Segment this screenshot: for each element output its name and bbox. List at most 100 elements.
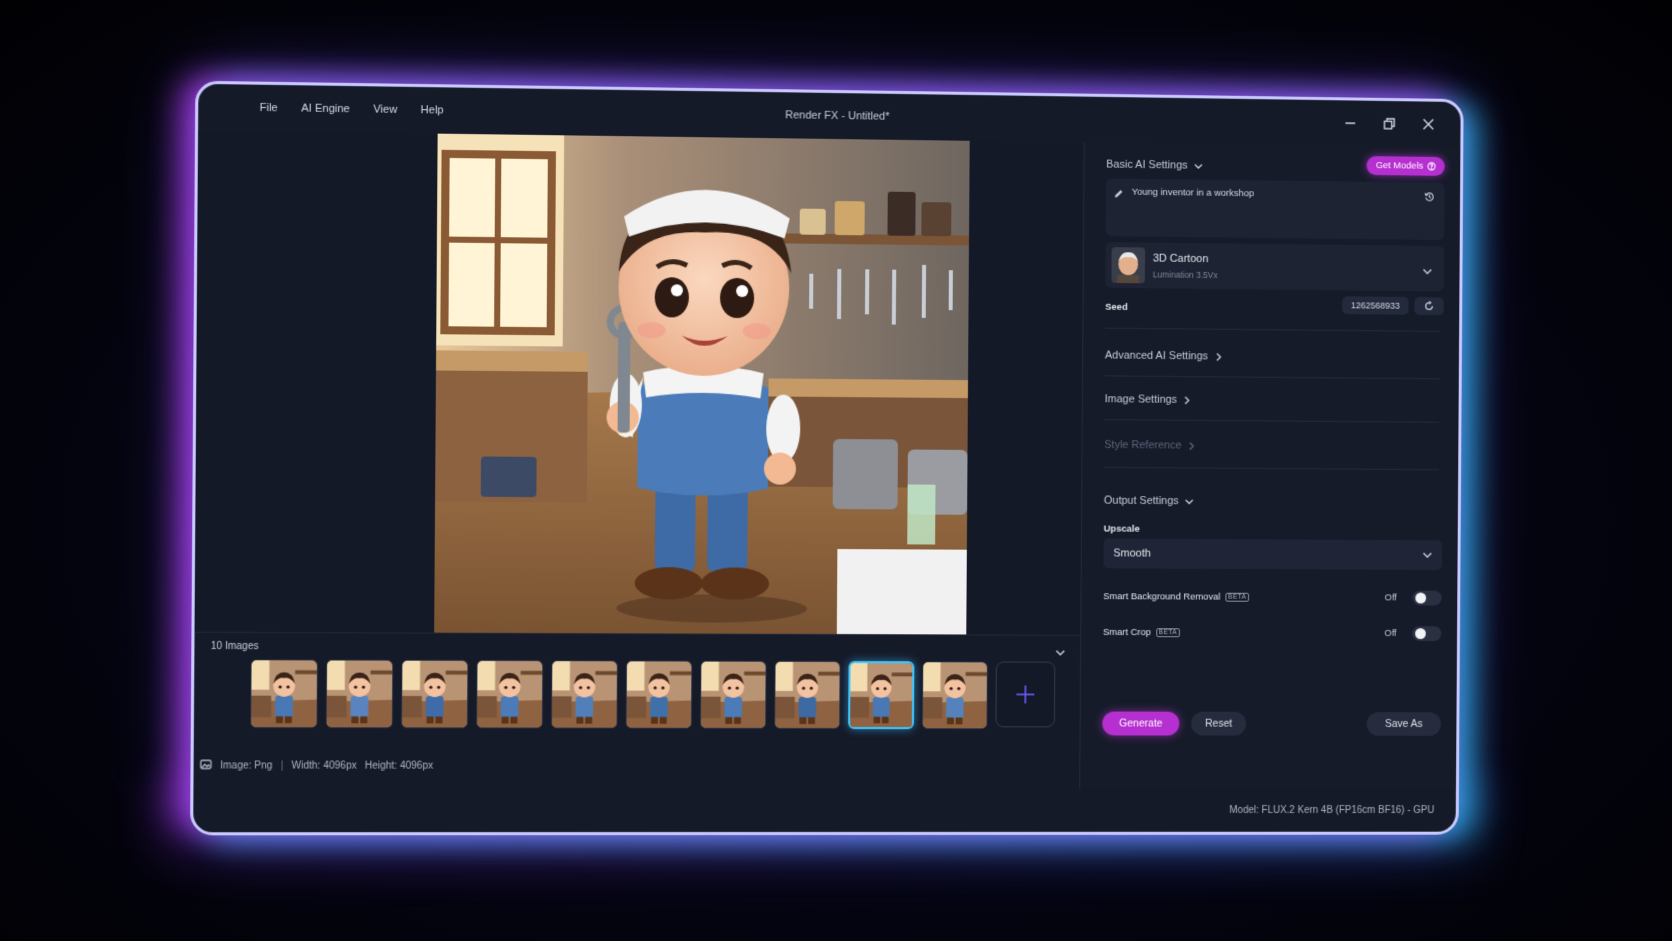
gallery-thumbnail[interactable] bbox=[550, 660, 618, 729]
chevron-down-icon bbox=[1422, 550, 1432, 560]
gallery-thumbnail[interactable] bbox=[921, 661, 988, 730]
thumbnail-image bbox=[326, 660, 393, 728]
upscale-value: Smooth bbox=[1113, 547, 1151, 560]
thumbnail-image bbox=[700, 661, 766, 728]
status-bar: Image: Png | Width: 4096px Height: 4096p… bbox=[193, 748, 1079, 783]
divider bbox=[1104, 466, 1439, 471]
status-image-format: Image: Png bbox=[220, 759, 273, 772]
output-settings-label: Output Settings bbox=[1103, 494, 1179, 508]
prompt-history-button[interactable] bbox=[1424, 189, 1435, 207]
style-reference-label: Style Reference bbox=[1104, 439, 1182, 452]
plus-icon bbox=[1014, 683, 1036, 705]
advanced-ai-settings-header[interactable]: Advanced AI Settings bbox=[1105, 350, 1223, 363]
thumbnail-image bbox=[922, 662, 987, 729]
smart-background-removal-row: Smart Background Removal BETA Off bbox=[1103, 586, 1442, 607]
prompt-text: Young inventor in a workshop bbox=[1131, 186, 1255, 200]
gallery-thumbnail[interactable] bbox=[250, 659, 318, 729]
gallery-thumbnail[interactable] bbox=[699, 660, 767, 729]
gallery-thumbnail[interactable] bbox=[325, 659, 394, 729]
history-icon bbox=[1424, 191, 1435, 202]
smart-background-removal-label-group: Smart Background Removal BETA bbox=[1103, 590, 1250, 603]
generate-button[interactable]: Generate bbox=[1102, 711, 1180, 736]
image-gallery: 10 Images bbox=[193, 631, 1081, 750]
close-icon bbox=[1423, 118, 1435, 130]
smart-background-removal-toggle[interactable] bbox=[1412, 590, 1442, 606]
action-buttons: Generate Reset Save As bbox=[1102, 711, 1441, 738]
prompt-input[interactable]: Young inventor in a workshop bbox=[1105, 178, 1445, 241]
chevron-right-icon bbox=[1187, 441, 1196, 450]
thumbnail-image bbox=[251, 660, 317, 728]
help-icon bbox=[1427, 162, 1436, 171]
smart-crop-state: Off bbox=[1384, 627, 1397, 639]
chevron-right-icon bbox=[1183, 395, 1192, 404]
image-icon bbox=[200, 758, 212, 773]
gallery-collapse-button[interactable] bbox=[1054, 646, 1068, 660]
smart-background-removal-label: Smart Background Removal bbox=[1103, 590, 1221, 603]
thumbnail-strip bbox=[250, 659, 1056, 730]
add-image-button[interactable] bbox=[995, 661, 1056, 728]
divider bbox=[1104, 419, 1440, 423]
beta-badge: BETA bbox=[1225, 592, 1250, 602]
restore-button[interactable] bbox=[1379, 113, 1401, 135]
settings-panel: Basic AI Settings Get Models Young inven… bbox=[1079, 142, 1464, 790]
image-settings-header[interactable]: Image Settings bbox=[1105, 393, 1192, 406]
workshop-illustration bbox=[434, 133, 970, 635]
beta-badge: BETA bbox=[1155, 627, 1181, 637]
menu-file[interactable]: File bbox=[260, 102, 278, 114]
chevron-down-icon bbox=[1422, 264, 1432, 282]
minimize-button[interactable] bbox=[1339, 112, 1361, 134]
model-selector[interactable]: 3D Cartoon Lumination 3.5Vx bbox=[1105, 242, 1445, 292]
output-settings-header[interactable]: Output Settings bbox=[1104, 495, 1194, 507]
thumbnail-image bbox=[626, 661, 692, 728]
reset-button[interactable]: Reset bbox=[1191, 711, 1247, 736]
minimize-icon bbox=[1344, 117, 1356, 129]
chevron-right-icon bbox=[1214, 352, 1223, 361]
thumbnail-image bbox=[775, 661, 840, 729]
gallery-thumbnail[interactable] bbox=[774, 660, 841, 730]
smart-crop-toggle[interactable] bbox=[1412, 625, 1442, 641]
style-reference-header[interactable]: Style Reference bbox=[1104, 439, 1196, 452]
status-height: Height: 4096px bbox=[364, 760, 434, 772]
canvas-area bbox=[194, 130, 1084, 635]
model-avatar bbox=[1111, 247, 1146, 284]
divider bbox=[1104, 375, 1440, 380]
window-controls bbox=[1339, 112, 1439, 135]
smart-crop-label: Smart Crop bbox=[1102, 626, 1151, 638]
status-separator: | bbox=[280, 759, 284, 772]
basic-ai-settings-header[interactable]: Basic AI Settings bbox=[1106, 159, 1202, 172]
get-models-button[interactable]: Get Models bbox=[1366, 156, 1445, 176]
get-models-label: Get Models bbox=[1375, 160, 1424, 172]
menu-ai-engine[interactable]: AI Engine bbox=[301, 102, 350, 115]
menu-help[interactable]: Help bbox=[421, 104, 444, 116]
seed-randomize-button[interactable] bbox=[1414, 297, 1444, 316]
gallery-thumbnail[interactable] bbox=[476, 659, 544, 729]
chevron-down-icon bbox=[1194, 161, 1203, 170]
smart-crop-row: Smart Crop BETA Off bbox=[1103, 622, 1442, 643]
thumbnail-image bbox=[850, 663, 913, 728]
seed-label: Seed bbox=[1105, 301, 1128, 313]
gallery-count: 10 Images bbox=[210, 640, 259, 653]
refresh-icon bbox=[1424, 301, 1434, 311]
save-as-button[interactable]: Save As bbox=[1366, 712, 1441, 736]
app-window: File AI Engine View Help Render FX - Unt… bbox=[190, 80, 1464, 836]
gallery-thumbnail[interactable] bbox=[625, 660, 693, 729]
advanced-ai-settings-label: Advanced AI Settings bbox=[1104, 349, 1209, 363]
thumbnail-image bbox=[551, 661, 617, 728]
smart-crop-label-group: Smart Crop BETA bbox=[1102, 626, 1181, 638]
restore-icon bbox=[1383, 118, 1395, 130]
divider bbox=[1105, 327, 1440, 332]
thumbnail-image bbox=[401, 660, 468, 728]
upscale-dropdown[interactable]: Smooth bbox=[1103, 538, 1443, 570]
generated-image-preview[interactable] bbox=[434, 133, 970, 635]
close-button[interactable] bbox=[1418, 113, 1440, 135]
image-settings-label: Image Settings bbox=[1104, 393, 1178, 406]
gallery-thumbnail[interactable] bbox=[848, 661, 915, 730]
gallery-thumbnail[interactable] bbox=[400, 659, 469, 729]
status-width: Width: 4096px bbox=[291, 759, 357, 772]
menu-view[interactable]: View bbox=[373, 103, 397, 115]
model-subtitle: Lumination 3.5Vx bbox=[1152, 269, 1218, 281]
upscale-label: Upscale bbox=[1103, 523, 1140, 535]
seed-input[interactable]: 1262568933 bbox=[1342, 296, 1409, 315]
basic-ai-settings-label: Basic AI Settings bbox=[1106, 158, 1188, 172]
pencil-icon bbox=[1114, 186, 1124, 204]
